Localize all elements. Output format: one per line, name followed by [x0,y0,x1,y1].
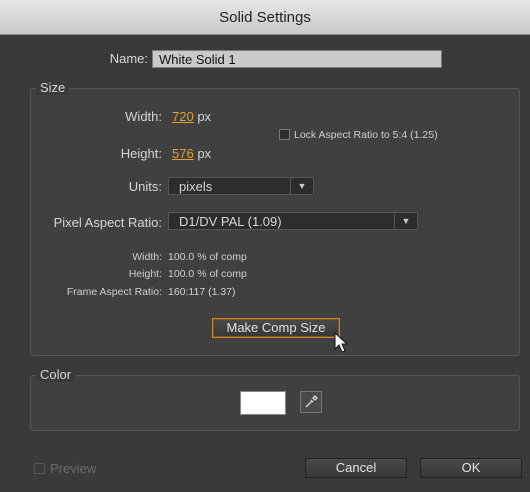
name-field[interactable]: White Solid 1 [152,50,442,68]
preview-checkbox[interactable] [34,463,45,474]
color-group-title: Color [36,367,76,382]
name-label: Name: [109,51,148,66]
info-height-label: Height: [128,268,162,280]
info-width-label: Width: [132,251,162,263]
width-value[interactable]: 720 [172,109,194,124]
make-comp-size-button[interactable]: Make Comp Size [212,318,340,338]
window-titlebar: Solid Settings [0,0,530,35]
width-control: 720 px [172,109,211,124]
cancel-button[interactable]: Cancel [305,458,407,478]
info-height-value: 100.0 % of comp [168,268,247,280]
lock-aspect-label: Lock Aspect Ratio to 5:4 (1.25) [294,129,438,141]
frame-aspect-label: Frame Aspect Ratio: [66,286,162,298]
width-label: Width: [125,109,162,124]
pixel-aspect-label: Pixel Aspect Ratio: [53,215,162,230]
color-swatch[interactable] [240,391,286,415]
units-dropdown[interactable]: pixels ▼ [168,177,314,195]
eyedropper-button[interactable] [300,391,322,413]
lock-aspect-checkbox[interactable] [279,129,290,140]
preview-label: Preview [50,461,97,476]
pixel-aspect-dropdown[interactable]: D1/DV PAL (1.09) ▼ [168,212,418,230]
chevron-down-icon: ▼ [394,213,417,229]
window-title: Solid Settings [219,8,311,26]
eyedropper-icon [305,395,318,408]
ok-button[interactable]: OK [420,458,522,478]
info-width-value: 100.0 % of comp [168,251,247,263]
height-label: Height: [120,146,162,161]
chevron-down-icon: ▼ [290,178,313,194]
width-unit: px [197,109,212,124]
pixel-aspect-value: D1/DV PAL (1.09) [179,214,282,229]
units-label: Units: [128,179,162,194]
size-group-title: Size [36,80,70,95]
height-unit: px [197,146,212,161]
height-control: 576 px [172,146,211,161]
height-value[interactable]: 576 [172,146,194,161]
frame-aspect-value: 160:117 (1.37) [168,286,236,298]
units-value: pixels [179,179,213,194]
mouse-cursor-icon [334,332,349,353]
